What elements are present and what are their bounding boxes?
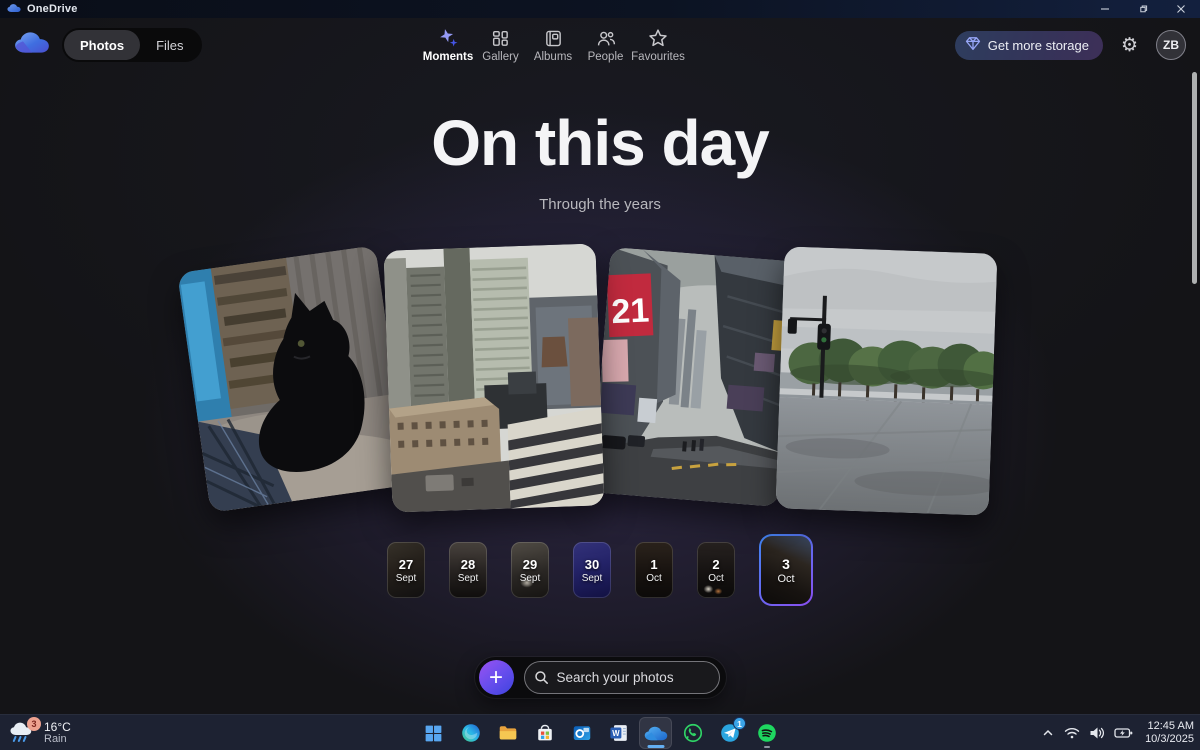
weather-badge: 3	[27, 717, 41, 731]
search-input[interactable]	[524, 661, 720, 694]
date-chip-2-oct[interactable]: 2 Oct	[697, 542, 735, 598]
taskbar: 3 16°C Rain	[0, 714, 1200, 750]
close-button[interactable]	[1162, 0, 1200, 18]
running-app-indicator	[764, 746, 770, 749]
telegram-badge: 1	[733, 717, 746, 730]
photo-card-cat[interactable]	[177, 245, 409, 512]
minimize-button[interactable]	[1086, 0, 1124, 18]
file-explorer-icon[interactable]	[491, 717, 524, 749]
chip-day: 30	[585, 557, 599, 572]
telegram-icon[interactable]: 1	[713, 717, 746, 749]
weather-temp: 16°C	[44, 721, 71, 734]
chip-day: 27	[399, 557, 413, 572]
photo-card-city[interactable]	[383, 243, 604, 512]
date-chip-3-oct-selected[interactable]: 3 Oct	[761, 536, 811, 604]
chip-day: 29	[523, 557, 537, 572]
active-app-indicator	[647, 745, 664, 748]
outlook-icon[interactable]	[565, 717, 598, 749]
chip-month: Oct	[777, 573, 794, 585]
weather-widget[interactable]: 3 16°C Rain	[8, 715, 71, 750]
restore-button[interactable]	[1124, 0, 1162, 18]
chip-day: 3	[782, 556, 790, 572]
search-icon	[534, 670, 549, 690]
onedrive-window: OneDrive	[0, 0, 1200, 750]
chip-month: Oct	[646, 573, 662, 584]
chip-day: 28	[461, 557, 475, 572]
date-chip-27-sept[interactable]: 27 Sept	[387, 542, 425, 598]
hidden-icons-chevron[interactable]	[1041, 726, 1055, 740]
edge-icon[interactable]	[454, 717, 487, 749]
date-chip-29-sept[interactable]: 29 Sept	[511, 542, 549, 598]
window-title: OneDrive	[27, 3, 78, 15]
word-icon[interactable]: W	[602, 717, 635, 749]
chip-month: Sept	[458, 573, 479, 584]
date-chip-30-sept[interactable]: 30 Sept	[573, 542, 611, 598]
microsoft-store-icon[interactable]	[528, 717, 561, 749]
taskbar-apps: W	[417, 715, 783, 750]
date-chip-1-oct[interactable]: 1 Oct	[635, 542, 673, 598]
tray-time: 12:45 AM	[1148, 720, 1194, 733]
photo-card-times-square[interactable]: 21	[592, 247, 798, 507]
photo-card-plaza[interactable]	[775, 246, 997, 515]
tray-date: 10/3/2025	[1145, 733, 1194, 746]
wifi-icon[interactable]	[1064, 726, 1080, 740]
spotify-icon[interactable]	[750, 717, 783, 749]
photo-stage: 21	[0, 18, 1200, 558]
word-letter: W	[612, 729, 620, 738]
chip-month: Sept	[396, 573, 417, 584]
search-bar: +	[475, 657, 726, 698]
chip-month: Oct	[708, 573, 724, 584]
add-photos-button[interactable]: +	[479, 660, 514, 695]
scrollbar-thumb[interactable]	[1192, 72, 1197, 284]
onedrive-icon[interactable]	[639, 717, 672, 749]
rain-cloud-icon	[8, 731, 34, 748]
whatsapp-icon[interactable]	[676, 717, 709, 749]
battery-icon[interactable]	[1114, 726, 1133, 740]
onedrive-cloud-icon	[7, 0, 21, 18]
chip-month: Sept	[582, 573, 603, 584]
chip-month: Sept	[520, 573, 541, 584]
weather-condition: Rain	[44, 733, 71, 746]
clock[interactable]: 12:45 AM 10/3/2025	[1142, 720, 1194, 746]
photos-view: Photos Files Moments	[0, 18, 1200, 714]
date-selector: 27 Sept 28 Sept 29 Sept 30 Sept 1 Oct 2 …	[0, 534, 1200, 606]
date-chip-28-sept[interactable]: 28 Sept	[449, 542, 487, 598]
billboard-text: 21	[611, 291, 650, 331]
date-chip-selected-border: 3 Oct	[759, 534, 813, 606]
start-button[interactable]	[417, 717, 450, 749]
chip-day: 1	[650, 557, 657, 572]
chip-day: 2	[712, 557, 719, 572]
volume-icon[interactable]	[1089, 726, 1105, 740]
system-tray: 12:45 AM 10/3/2025	[1041, 715, 1194, 750]
titlebar: OneDrive	[0, 0, 1200, 18]
